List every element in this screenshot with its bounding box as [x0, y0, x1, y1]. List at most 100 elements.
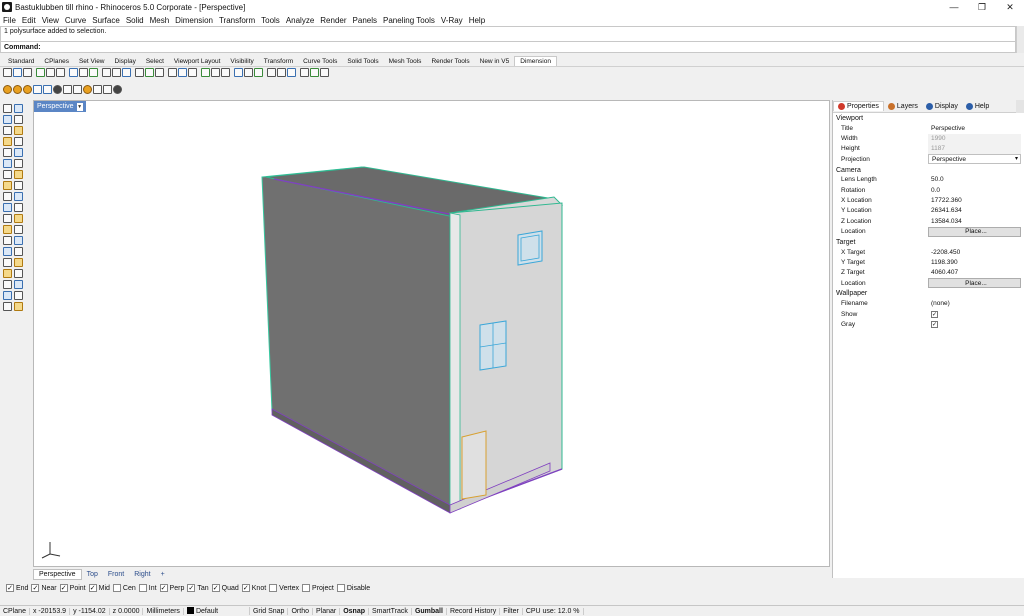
- tool-icon[interactable]: [267, 68, 276, 77]
- status-gumball[interactable]: Gumball: [412, 607, 447, 615]
- tool-icon[interactable]: [56, 68, 65, 77]
- tab-standard[interactable]: Standard: [3, 57, 39, 66]
- palette-tool-icon[interactable]: [3, 203, 12, 212]
- tool-icon[interactable]: [168, 68, 177, 77]
- prop-value[interactable]: ✓: [928, 309, 1021, 319]
- status-cplane[interactable]: CPlane: [0, 607, 30, 615]
- palette-tool-icon[interactable]: [14, 192, 23, 201]
- palette-tool-icon[interactable]: [14, 148, 23, 157]
- osnap-checkbox-quad[interactable]: ✓: [211, 584, 220, 592]
- prop-checkbox[interactable]: ✓: [931, 310, 938, 318]
- osnap-checkbox-project[interactable]: [302, 584, 311, 592]
- tool-icon[interactable]: [178, 68, 187, 77]
- prop-value[interactable]: 17722.360: [928, 196, 1021, 206]
- palette-tool-icon[interactable]: [3, 302, 12, 311]
- palette-tool-icon[interactable]: [14, 159, 23, 168]
- command-scrollbar[interactable]: [1016, 26, 1024, 53]
- palette-tool-icon[interactable]: [3, 258, 12, 267]
- menu-surface[interactable]: Surface: [92, 16, 120, 25]
- osnap-checkbox-point[interactable]: ✓: [59, 584, 68, 592]
- tool-icon[interactable]: [188, 68, 197, 77]
- palette-tool-icon[interactable]: [3, 214, 12, 223]
- status-ortho[interactable]: Ortho: [288, 607, 313, 615]
- menu-curve[interactable]: Curve: [65, 16, 86, 25]
- osnap-checkbox-disable[interactable]: [336, 584, 345, 592]
- minimize-button[interactable]: —: [940, 0, 968, 14]
- tool-icon[interactable]: [36, 68, 45, 77]
- tab-render-tools[interactable]: Render Tools: [426, 57, 474, 66]
- status-planar[interactable]: Planar: [313, 607, 341, 615]
- tool-icon[interactable]: [211, 68, 220, 77]
- palette-tool-icon[interactable]: [3, 236, 12, 245]
- render-tool-icon[interactable]: [113, 85, 122, 94]
- prop-value[interactable]: Perspective: [928, 154, 1021, 165]
- tool-icon[interactable]: [244, 68, 253, 77]
- render-tool-icon[interactable]: [43, 85, 52, 94]
- tool-icon[interactable]: [122, 68, 131, 77]
- palette-tool-icon[interactable]: [14, 203, 23, 212]
- tool-icon[interactable]: [155, 68, 164, 77]
- palette-tool-icon[interactable]: [3, 225, 12, 234]
- palette-tool-icon[interactable]: [14, 269, 23, 278]
- osnap-checkbox-mid[interactable]: ✓: [88, 584, 97, 592]
- tool-icon[interactable]: [277, 68, 286, 77]
- palette-tool-icon[interactable]: [14, 104, 23, 113]
- prop-value[interactable]: 26341.634: [928, 206, 1021, 216]
- prop-value[interactable]: 50.0: [928, 175, 1021, 185]
- tab-new-in-v5[interactable]: New in V5: [475, 57, 515, 66]
- tool-icon[interactable]: [102, 68, 111, 77]
- status-smarttrack[interactable]: SmartTrack: [369, 607, 412, 615]
- prop-value[interactable]: Perspective: [928, 123, 1021, 133]
- render-tool-icon[interactable]: [33, 85, 42, 94]
- perspective-viewport[interactable]: Perspective ▼: [33, 100, 830, 567]
- render-tool-icon[interactable]: [103, 85, 112, 94]
- tool-icon[interactable]: [69, 68, 78, 77]
- tool-icon[interactable]: [201, 68, 210, 77]
- palette-tool-icon[interactable]: [14, 137, 23, 146]
- prop-value[interactable]: 0.0: [928, 185, 1021, 195]
- palette-tool-icon[interactable]: [14, 247, 23, 256]
- tool-icon[interactable]: [135, 68, 144, 77]
- close-button[interactable]: ✕: [996, 0, 1024, 14]
- palette-tool-icon[interactable]: [3, 148, 12, 157]
- palette-tool-icon[interactable]: [3, 291, 12, 300]
- palette-tool-icon[interactable]: [14, 302, 23, 311]
- render-tool-icon[interactable]: [13, 85, 22, 94]
- menu-v-ray[interactable]: V-Ray: [441, 16, 463, 25]
- restore-button[interactable]: ❐: [968, 0, 996, 14]
- palette-tool-icon[interactable]: [3, 170, 12, 179]
- tab-set-view[interactable]: Set View: [74, 57, 110, 66]
- status-layer[interactable]: Default: [184, 607, 250, 615]
- menu-solid[interactable]: Solid: [126, 16, 144, 25]
- osnap-checkbox-near[interactable]: ✓: [31, 584, 40, 592]
- menu-edit[interactable]: Edit: [22, 16, 36, 25]
- tab-dimension[interactable]: Dimension: [514, 56, 557, 66]
- status-units[interactable]: Millimeters: [143, 607, 184, 615]
- render-tool-icon[interactable]: [83, 85, 92, 94]
- menu-analyze[interactable]: Analyze: [286, 16, 314, 25]
- tool-icon[interactable]: [310, 68, 319, 77]
- viewport-tab-top[interactable]: Top: [82, 570, 103, 579]
- viewport-tab-right[interactable]: Right: [129, 570, 155, 579]
- palette-tool-icon[interactable]: [14, 214, 23, 223]
- tool-icon[interactable]: [46, 68, 55, 77]
- tool-icon[interactable]: [23, 68, 32, 77]
- render-tool-icon[interactable]: [3, 85, 12, 94]
- render-tool-icon[interactable]: [93, 85, 102, 94]
- menu-paneling-tools[interactable]: Paneling Tools: [383, 16, 435, 25]
- palette-tool-icon[interactable]: [14, 181, 23, 190]
- render-tool-icon[interactable]: [53, 85, 62, 94]
- osnap-checkbox-knot[interactable]: ✓: [241, 584, 250, 592]
- osnap-checkbox-vertex[interactable]: [269, 584, 278, 592]
- menu-mesh[interactable]: Mesh: [150, 16, 170, 25]
- palette-tool-icon[interactable]: [3, 126, 12, 135]
- panel-close-area[interactable]: [1016, 100, 1024, 113]
- viewport-tab-front[interactable]: Front: [103, 570, 129, 579]
- palette-tool-icon[interactable]: [3, 280, 12, 289]
- osnap-checkbox-cen[interactable]: [112, 584, 121, 592]
- palette-tool-icon[interactable]: [3, 104, 12, 113]
- tab-visibility[interactable]: Visibility: [225, 57, 258, 66]
- palette-tool-icon[interactable]: [14, 115, 23, 124]
- render-tool-icon[interactable]: [23, 85, 32, 94]
- palette-tool-icon[interactable]: [3, 181, 12, 190]
